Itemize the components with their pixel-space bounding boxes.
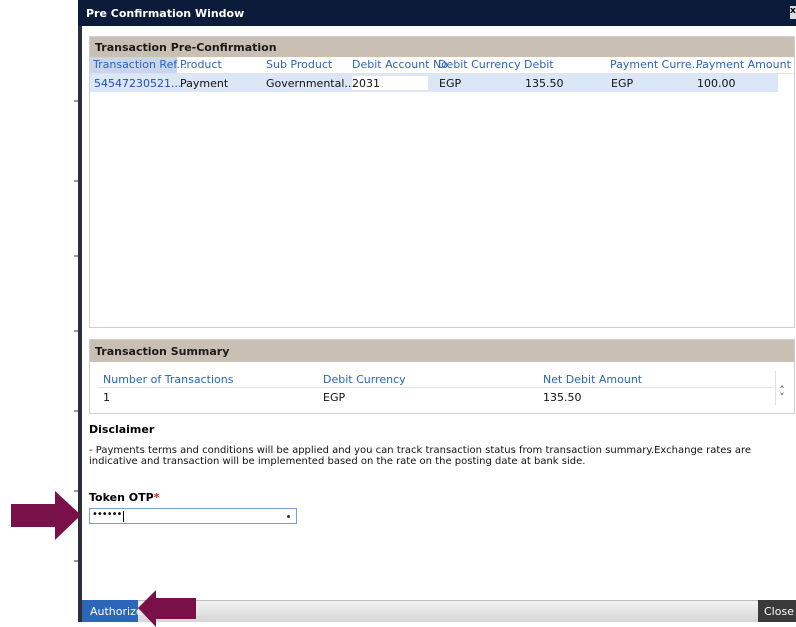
cell-payment-currency: EGP bbox=[611, 77, 634, 90]
col-net-debit-amount[interactable]: Net Debit Amount bbox=[543, 373, 642, 386]
table-row[interactable]: 54547230521... Payment Governmental... 2… bbox=[90, 74, 778, 92]
cell-debit-account-no: 2031 bbox=[352, 76, 428, 90]
cell-sub-product: Governmental... bbox=[266, 77, 355, 90]
cell-debit: 135.50 bbox=[525, 77, 564, 90]
table-header: Transaction Ref... Product Sub Product D… bbox=[90, 57, 794, 74]
debit-account-text: 2031 bbox=[352, 77, 380, 90]
token-otp-label-text: Token OTP bbox=[89, 491, 154, 504]
col-sub-product[interactable]: Sub Product bbox=[266, 57, 332, 73]
summary-scroll-updown-icon[interactable]: ˄ ˅ bbox=[775, 371, 788, 405]
col-number-of-transactions[interactable]: Number of Transactions bbox=[103, 373, 233, 386]
col-product[interactable]: Product bbox=[180, 57, 222, 73]
arrow-up-icon bbox=[138, 590, 198, 627]
cell-product: Payment bbox=[180, 77, 229, 90]
window-title-bar: Pre Confirmation Window x bbox=[78, 0, 796, 26]
token-otp-label: Token OTP* bbox=[89, 491, 159, 504]
col-debit-account-no[interactable]: Debit Account No bbox=[352, 57, 448, 73]
col-payment-amount[interactable]: Payment Amount bbox=[696, 57, 791, 73]
disclaimer-title: Disclaimer bbox=[89, 423, 155, 436]
col-transaction-ref[interactable]: Transaction Ref... bbox=[90, 57, 187, 73]
cell-transaction-ref[interactable]: 54547230521... bbox=[94, 77, 181, 90]
pre-confirmation-panel: Transaction Pre-Confirmation Transaction… bbox=[89, 36, 795, 328]
col-debit-currency[interactable]: Debit Currency bbox=[438, 57, 521, 73]
token-otp-input[interactable]: •••••• bbox=[89, 508, 297, 524]
cell-debit-currency: EGP bbox=[439, 77, 462, 90]
cell-summary-debit-currency: EGP bbox=[323, 391, 346, 404]
token-otp-value: •••••• bbox=[92, 509, 122, 520]
window-close-icon[interactable]: x bbox=[790, 6, 796, 19]
clear-dot-icon[interactable] bbox=[287, 515, 290, 518]
authorize-button[interactable]: Authorize bbox=[82, 600, 143, 622]
col-payment-currency[interactable]: Payment Curre... bbox=[610, 57, 702, 73]
required-mark: * bbox=[153, 491, 160, 504]
pre-confirmation-heading: Transaction Pre-Confirmation bbox=[90, 37, 794, 57]
col-summary-debit-currency[interactable]: Debit Currency bbox=[323, 373, 406, 386]
cell-payment-amount: 100.00 bbox=[697, 77, 736, 90]
col-debit[interactable]: Debit bbox=[524, 57, 554, 73]
close-button[interactable]: Close bbox=[758, 600, 796, 622]
disclaimer-text: - Payments terms and conditions will be … bbox=[89, 445, 752, 467]
window-title: Pre Confirmation Window bbox=[86, 7, 245, 20]
transaction-summary-heading: Transaction Summary bbox=[90, 340, 794, 362]
cell-number-of-transactions: 1 bbox=[103, 391, 110, 404]
transaction-summary-panel: Transaction Summary Number of Transactio… bbox=[89, 339, 795, 414]
cell-net-debit-amount: 135.50 bbox=[543, 391, 582, 404]
arrow-right-icon bbox=[11, 491, 81, 540]
